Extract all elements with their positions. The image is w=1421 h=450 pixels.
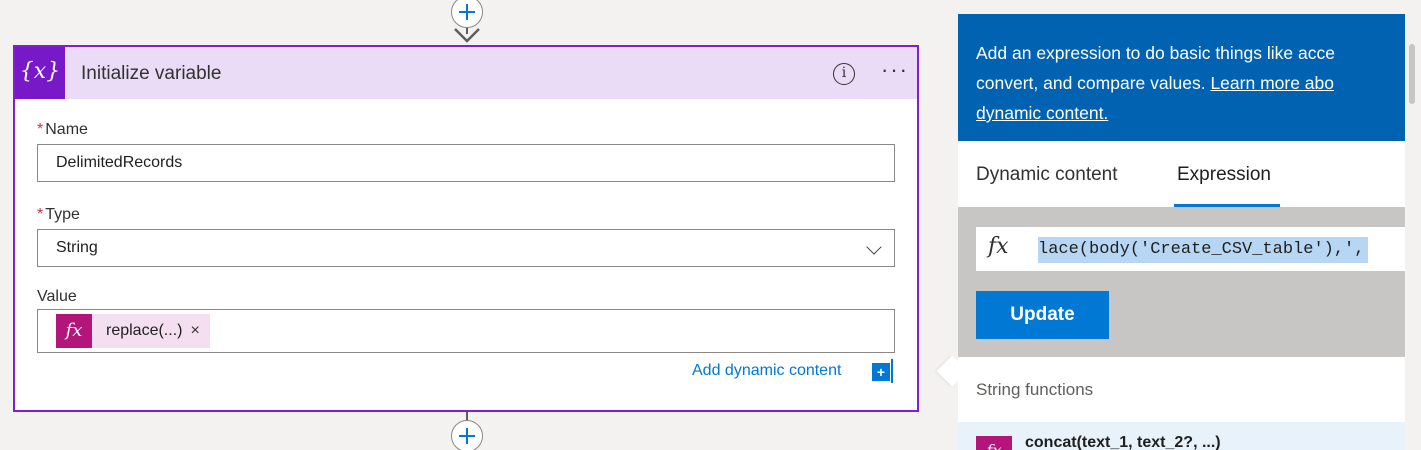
chevron-down-icon (866, 239, 882, 255)
more-icon[interactable]: ··· (881, 57, 909, 83)
arrow-down-icon (454, 28, 480, 43)
type-select[interactable]: String (37, 229, 895, 267)
initialize-variable-card: {x} Initialize variable i ··· * Name Deli… (13, 45, 919, 412)
function-item-concat[interactable]: fx concat(text_1, text_2?, ...) (958, 422, 1405, 450)
plus-icon[interactable]: + (872, 363, 890, 381)
value-input[interactable]: fx replace(...) × (37, 309, 895, 353)
update-button[interactable]: Update (976, 291, 1109, 339)
value-label: Value (37, 288, 77, 305)
type-select-value: String (56, 239, 98, 256)
expression-panel: Add an expression to do basic things lik… (958, 14, 1421, 450)
info-icon[interactable]: i (833, 63, 855, 85)
panel-banner: Add an expression to do basic things lik… (958, 14, 1421, 141)
card-header[interactable]: {x} Initialize variable i ··· (15, 47, 917, 99)
remove-icon[interactable]: × (190, 322, 209, 340)
tab-expression[interactable]: Expression (1177, 164, 1271, 186)
insert-step-top-button[interactable] (451, 0, 483, 28)
learn-more-link-cont[interactable]: dynamic content. (976, 103, 1108, 123)
required-mark: * (37, 206, 44, 223)
expression-input[interactable]: fx lace(body('Create_CSV_table'),', (976, 227, 1416, 271)
type-label: * Type (37, 206, 80, 223)
fx-icon: fx (988, 234, 1009, 259)
variable-icon: {x} (15, 47, 65, 99)
panel-scrollbar-thumb[interactable] (1409, 44, 1415, 104)
fx-icon: fx (976, 436, 1012, 450)
expression-editor-area: fx lace(body('Create_CSV_table'),', Upda… (958, 207, 1416, 357)
function-label: concat(text_1, text_2?, ...) (1025, 434, 1221, 450)
add-dynamic-divider (891, 359, 893, 383)
add-dynamic-content-link[interactable]: Add dynamic content (692, 362, 841, 380)
tab-dynamic-content[interactable]: Dynamic content (976, 164, 1118, 186)
required-mark: * (37, 121, 44, 138)
expression-text[interactable]: lace(body('Create_CSV_table'),', (1038, 237, 1369, 263)
name-input[interactable]: DelimitedRecords (37, 144, 895, 182)
expression-token[interactable]: fx replace(...) × (56, 314, 210, 348)
learn-more-link[interactable]: Learn more abo (1210, 73, 1334, 93)
section-title-string-functions: String functions (976, 380, 1094, 399)
fx-icon: fx (56, 314, 92, 348)
banner-text: Add an expression to do basic things lik… (976, 43, 1335, 123)
card-title: Initialize variable (81, 63, 222, 84)
insert-step-bottom-button[interactable] (451, 420, 483, 450)
name-label: * Name (37, 121, 88, 138)
token-label: replace(...) (106, 322, 183, 339)
